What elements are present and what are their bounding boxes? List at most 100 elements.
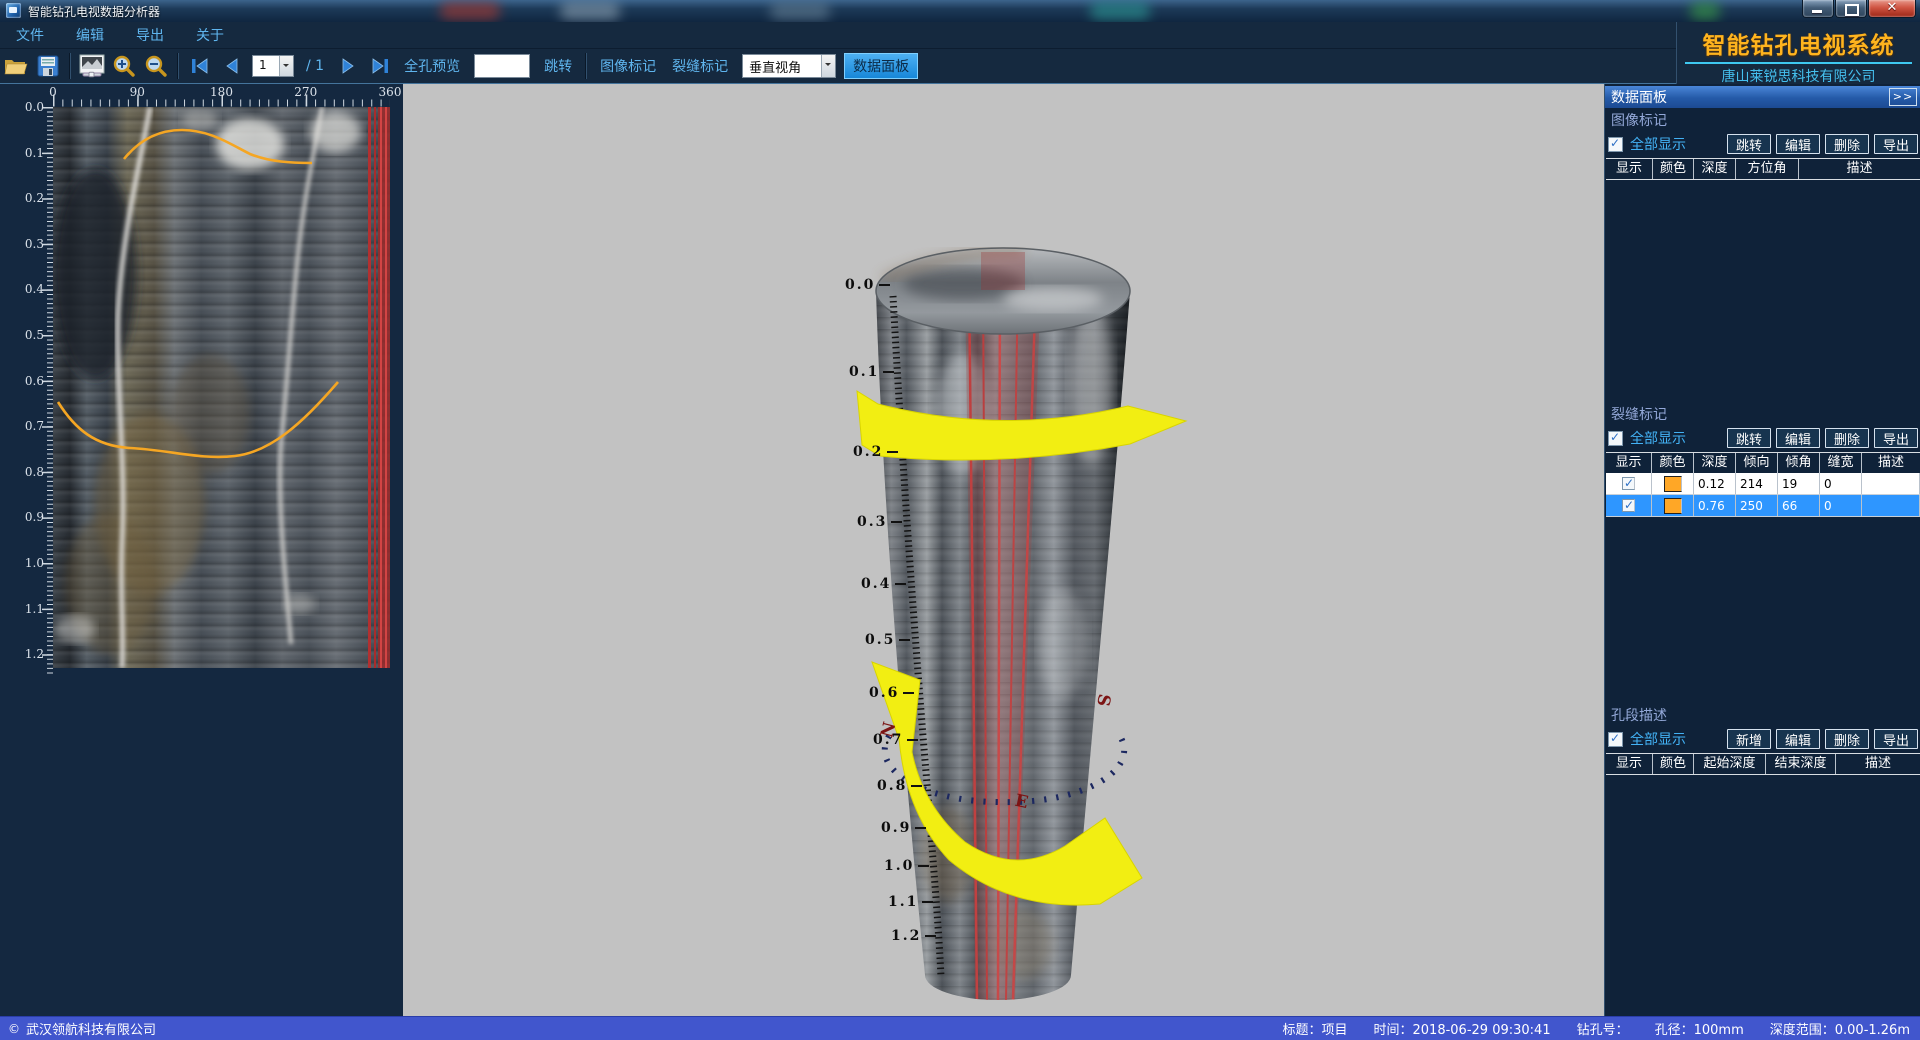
show-all-label: 全部显示 [1630, 428, 1686, 448]
prev-page-button[interactable] [219, 53, 245, 79]
col-end-depth: 结束深度 [1766, 754, 1836, 774]
last-page-icon [370, 57, 390, 75]
depth-label-3d: 0.1 [849, 364, 894, 380]
depth-tick-label: 0.7 [25, 419, 44, 433]
cell-value: 19 [1778, 473, 1820, 494]
app-icon [6, 3, 21, 18]
crack-marks-rows: 0.122141900.76250660 [1606, 473, 1920, 517]
close-button[interactable]: ✕ [1868, 0, 1916, 18]
next-page-icon [340, 57, 356, 75]
crack-mark-row[interactable]: 0.76250660 [1606, 495, 1920, 517]
col-desc: 描述 [1836, 754, 1920, 774]
azimuth-tick-label: 270 [294, 85, 317, 99]
depth-label-3d: 0.6 [869, 685, 914, 701]
chevron-down-icon[interactable] [279, 56, 293, 76]
depth-label-3d: 0.9 [881, 820, 926, 836]
minimize-button[interactable] [1802, 0, 1834, 18]
last-page-button[interactable] [367, 53, 393, 79]
depth-tick-label: 0.1 [25, 146, 44, 160]
data-panel-sidebar: 数据面板 >> 图像标记 全部显示 跳转 编辑 删除 导出 显示 颜色 深度 方… [1604, 84, 1920, 1016]
col-color: 颜色 [1653, 159, 1694, 179]
titlebar-glass-blob [1690, 2, 1720, 20]
unrolled-borehole-image[interactable] [0, 84, 403, 1016]
menu-edit[interactable]: 编辑 [60, 25, 120, 45]
show-all-checkbox[interactable] [1608, 431, 1623, 446]
prev-page-icon [224, 57, 240, 75]
borehole-3d-scene[interactable] [403, 84, 1604, 1016]
export-button[interactable]: 导出 [1874, 729, 1918, 749]
zoom-out-button[interactable] [143, 53, 169, 79]
collapse-panel-button[interactable]: >> [1889, 88, 1917, 106]
first-page-icon [190, 57, 210, 75]
crack-marks-controls: 全部显示 跳转 编辑 删除 导出 [1605, 426, 1920, 450]
jump-button[interactable]: 跳转 [544, 56, 572, 76]
image-preview-button[interactable] [79, 53, 105, 79]
zoom-in-button[interactable] [111, 53, 137, 79]
jump-input[interactable] [474, 54, 530, 78]
first-page-button[interactable] [187, 53, 213, 79]
maximize-button[interactable] [1835, 0, 1867, 18]
zoom-out-icon [144, 54, 168, 78]
edit-button[interactable]: 编辑 [1776, 134, 1820, 154]
edit-button[interactable]: 编辑 [1776, 428, 1820, 448]
crack-mark-row[interactable]: 0.12214190 [1606, 473, 1920, 495]
brand-area: 智能钻孔电视系统 唐山莱锐思科技有限公司 [1677, 22, 1920, 84]
add-button[interactable]: 新增 [1727, 729, 1771, 749]
edit-button[interactable]: 编辑 [1776, 729, 1820, 749]
azimuth-tick-label: 360 [379, 85, 402, 99]
menu-export[interactable]: 导出 [120, 25, 180, 45]
jump-button[interactable]: 跳转 [1727, 134, 1771, 154]
menubar: 文件 编辑 导出 关于 [0, 22, 1676, 49]
viewport-3d[interactable]: 0.00.10.20.30.40.50.60.70.80.91.01.11.2N… [403, 84, 1604, 1016]
main-area: 090180270360 0.00.10.20.30.40.50.60.70.8… [0, 84, 1920, 1016]
depth-label-3d: 0.3 [857, 514, 902, 530]
full-preview-label[interactable]: 全孔预览 [404, 56, 460, 76]
status-time: 时间：2018-06-29 09:30:41 [1374, 1019, 1551, 1038]
brand-divider [1685, 62, 1912, 64]
status-hole-number: 钻孔号： [1577, 1019, 1629, 1038]
crack-marks-table-header: 显示 颜色 深度 倾向 倾角 缝宽 描述 [1606, 452, 1920, 474]
depth-label-3d: 1.2 [891, 928, 936, 944]
save-button[interactable] [35, 53, 61, 79]
azimuth-tick-label: 0 [49, 85, 57, 99]
open-file-button[interactable] [3, 53, 29, 79]
export-button[interactable]: 导出 [1874, 428, 1918, 448]
cell-value: 250 [1736, 495, 1778, 516]
col-dip-angle: 倾角 [1778, 453, 1820, 473]
col-color: 颜色 [1653, 754, 1694, 774]
delete-button[interactable]: 删除 [1825, 729, 1869, 749]
menu-file[interactable]: 文件 [0, 25, 60, 45]
data-panel-header: 数据面板 >> [1605, 86, 1920, 108]
cell-value: 0.12 [1694, 473, 1736, 494]
depth-tick-label: 1.2 [25, 647, 44, 661]
page-number-combo[interactable]: 1 [252, 55, 294, 77]
row-show-checkbox[interactable] [1622, 499, 1635, 512]
titlebar-glass-blob [560, 2, 620, 20]
depth-tick-label: 1.0 [25, 556, 44, 570]
unrolled-image-panel[interactable]: 090180270360 0.00.10.20.30.40.50.60.70.8… [0, 84, 403, 1016]
depth-label-3d: 0.5 [865, 632, 910, 648]
data-panel-toggle[interactable]: 数据面板 [844, 53, 918, 79]
show-all-checkbox[interactable] [1608, 137, 1623, 152]
depth-tick-label: 0.8 [25, 465, 44, 479]
view-angle-select[interactable]: 垂直视角 [742, 54, 836, 78]
jump-button[interactable]: 跳转 [1727, 428, 1771, 448]
col-desc: 描述 [1799, 159, 1920, 179]
image-mark-tool[interactable]: 图像标记 [600, 56, 656, 76]
chevron-down-icon[interactable] [821, 55, 835, 77]
delete-button[interactable]: 删除 [1825, 134, 1869, 154]
delete-button[interactable]: 删除 [1825, 428, 1869, 448]
menu-about[interactable]: 关于 [180, 25, 240, 45]
col-show: 显示 [1606, 754, 1653, 774]
zoom-in-icon [112, 54, 136, 78]
row-color-swatch [1664, 498, 1682, 514]
crack-mark-tool[interactable]: 裂缝标记 [672, 56, 728, 76]
cell-value [1862, 495, 1920, 516]
page-total-label: / 1 [306, 58, 324, 74]
row-show-checkbox[interactable] [1622, 477, 1635, 490]
show-all-checkbox[interactable] [1608, 732, 1623, 747]
col-show: 显示 [1606, 159, 1653, 179]
next-page-button[interactable] [335, 53, 361, 79]
export-button[interactable]: 导出 [1874, 134, 1918, 154]
depth-label-3d: 1.0 [884, 858, 929, 874]
